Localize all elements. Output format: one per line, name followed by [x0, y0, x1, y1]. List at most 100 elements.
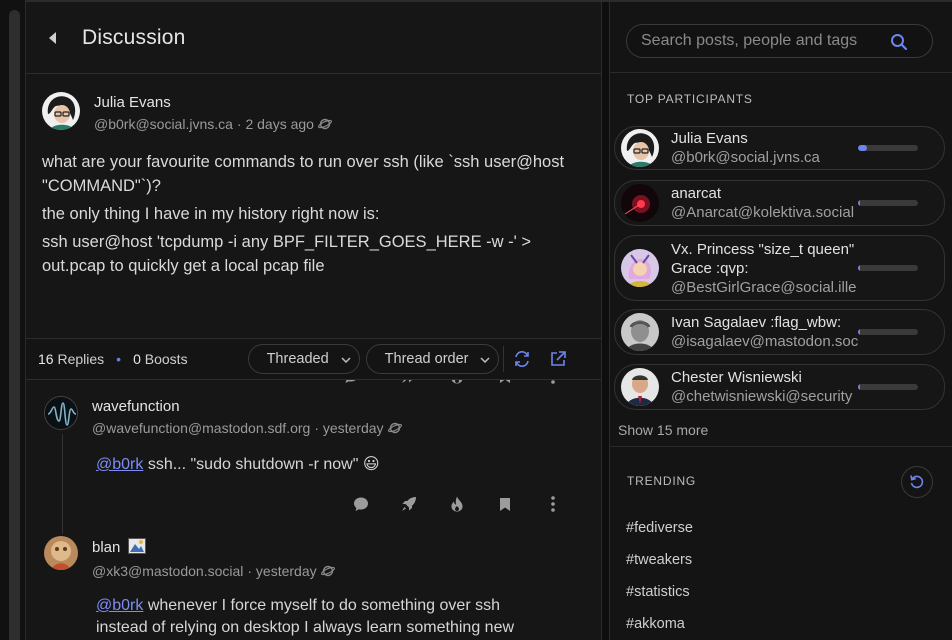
avatar[interactable]	[42, 92, 80, 130]
reply-icon	[354, 497, 368, 511]
reply-item: wavefunction @wavefunction@mastodon.sdf.…	[44, 396, 600, 476]
participant-name: Vx. Princess "size_t queen" Grace :qvp:	[671, 240, 855, 277]
reply-text: whenever I force myself to do something …	[96, 597, 515, 636]
reply-content: @b0rk ssh... "sudo shutdown -r now" 😃	[96, 454, 600, 476]
bookmark-icon	[500, 497, 510, 511]
more-options-button[interactable]	[529, 492, 577, 516]
refresh-trending-button[interactable]	[901, 466, 933, 498]
external-link-icon	[551, 351, 567, 366]
boosts-stat: 0 Boosts	[133, 351, 188, 367]
author-name[interactable]: Julia Evans	[94, 94, 332, 111]
author-name[interactable]: wavefunction	[92, 398, 402, 415]
bookmark-button[interactable]	[481, 492, 529, 516]
reply-actions	[337, 492, 577, 516]
post-time[interactable]: · yesterday	[247, 563, 316, 579]
trending-tag[interactable]: #statistics	[626, 584, 690, 600]
mention-link[interactable]: @b0rk	[96, 597, 143, 614]
top-participants-heading: TOP PARTICIPANTS	[627, 92, 753, 106]
participation-bar	[858, 265, 918, 271]
thread-order-select[interactable]: Thread order	[365, 344, 500, 374]
divider	[610, 72, 952, 73]
participant-item[interactable]: Julia Evans @b0rk@social.jvns.ca	[614, 126, 945, 170]
refresh-button[interactable]	[508, 345, 536, 373]
replies-stat: 16 Replies	[38, 351, 105, 367]
participation-bar	[858, 329, 918, 335]
reply-item: blan @xk3@mastodon.social · yesterday @b…	[44, 536, 600, 639]
post-paragraph: what are your favourite commands to run …	[42, 153, 565, 195]
page-title: Discussion	[82, 25, 186, 49]
post-paragraph: ssh user@host 'tcpdump -i any BPF_FILTER…	[42, 233, 532, 275]
post-time[interactable]: · 2 days ago	[237, 116, 314, 132]
avatar[interactable]	[44, 396, 78, 430]
sync-icon	[515, 351, 530, 367]
participation-bar	[858, 145, 918, 151]
reply-text: ssh... "sudo shutdown -r now" 😃	[143, 456, 380, 473]
boost-button[interactable]	[385, 492, 433, 516]
avatar	[621, 313, 659, 351]
left-gutter	[0, 0, 26, 640]
participant-item[interactable]: Vx. Princess "size_t queen" Grace :qvp: …	[614, 235, 945, 301]
refresh-icon	[910, 475, 924, 489]
divider	[503, 346, 505, 372]
globe-icon	[387, 421, 402, 435]
scrollbar[interactable]	[9, 10, 20, 640]
author-name[interactable]: blan	[92, 538, 335, 558]
thread-toolbar: 16 Replies • 0 Boosts Threaded Thread or…	[26, 338, 601, 380]
picture-emoji-icon	[127, 538, 146, 558]
separator-dot: •	[116, 351, 122, 367]
avatar[interactable]	[44, 536, 78, 570]
participant-name: Chester Wisniewski	[671, 369, 802, 386]
search-icon[interactable]	[890, 33, 908, 56]
participation-bar	[858, 200, 918, 206]
reply-button[interactable]	[337, 492, 385, 516]
discussion-panel: Discussion Julia Evans @b0rk@social.jvns…	[26, 2, 602, 640]
participant-name: anarcat	[671, 185, 722, 202]
participant-handle: @chetwisniewski@security	[671, 388, 853, 405]
show-more-link[interactable]: Show 15 more	[618, 422, 708, 438]
search-input[interactable]	[641, 32, 887, 50]
trending-tag[interactable]: #akkoma	[626, 616, 685, 632]
main-post: Julia Evans @b0rk@social.jvns.ca · 2 day…	[26, 74, 601, 384]
globe-icon	[317, 117, 332, 131]
participant-handle: @b0rk@social.jvns.ca	[671, 149, 820, 166]
fire-icon	[451, 496, 463, 512]
avatar	[621, 368, 659, 406]
avatar	[621, 184, 659, 222]
search-box[interactable]	[626, 24, 933, 58]
view-mode-select[interactable]: Threaded	[247, 344, 360, 374]
participation-bar	[858, 384, 918, 390]
participant-item[interactable]: Ivan Sagalaev :flag_wbw: @isagalaev@mast…	[614, 309, 945, 355]
globe-icon	[320, 564, 335, 578]
trending-tag[interactable]: #tweakers	[626, 552, 692, 568]
post-content: what are your favourite commands to run …	[42, 150, 585, 278]
divider	[610, 446, 952, 447]
rocket-icon	[402, 497, 416, 511]
avatar	[621, 249, 659, 287]
author-handle[interactable]: @xk3@mastodon.social	[92, 563, 243, 579]
back-arrow-icon[interactable]	[46, 31, 60, 45]
chevron-down-icon	[341, 351, 351, 367]
participant-name: Ivan Sagalaev :flag_wbw:	[671, 314, 842, 331]
open-external-button[interactable]	[544, 345, 572, 373]
author-handle[interactable]: @b0rk@social.jvns.ca	[94, 116, 233, 132]
participant-item[interactable]: Chester Wisniewski @chetwisniewski@secur…	[614, 364, 945, 410]
participant-name: Julia Evans	[671, 130, 748, 147]
participant-item[interactable]: anarcat @Anarcat@kolektiva.social	[614, 180, 945, 226]
mention-link[interactable]: @b0rk	[96, 456, 143, 473]
thread-order-value: Thread order	[384, 351, 469, 367]
view-mode-value: Threaded	[266, 351, 329, 367]
participant-handle: @isagalaev@mastodon.soc	[671, 333, 859, 350]
discussion-header: Discussion	[26, 2, 601, 74]
react-button[interactable]	[433, 492, 481, 516]
avatar	[621, 129, 659, 167]
trending-heading: TRENDING	[627, 474, 697, 488]
trending-tag[interactable]: #fediverse	[626, 520, 693, 536]
post-paragraph: the only thing I have in my history righ…	[42, 205, 380, 223]
more-vertical-icon	[551, 496, 555, 512]
chevron-down-icon	[480, 351, 491, 367]
participant-handle: @BestGirlGrace@social.ille	[671, 278, 857, 296]
author-handle[interactable]: @wavefunction@mastodon.sdf.org	[92, 420, 310, 436]
sidebar: TOP PARTICIPANTS Julia Evans @b0rk@socia…	[609, 2, 952, 640]
participant-handle: @Anarcat@kolektiva.social	[671, 204, 855, 221]
post-time[interactable]: · yesterday	[314, 420, 383, 436]
